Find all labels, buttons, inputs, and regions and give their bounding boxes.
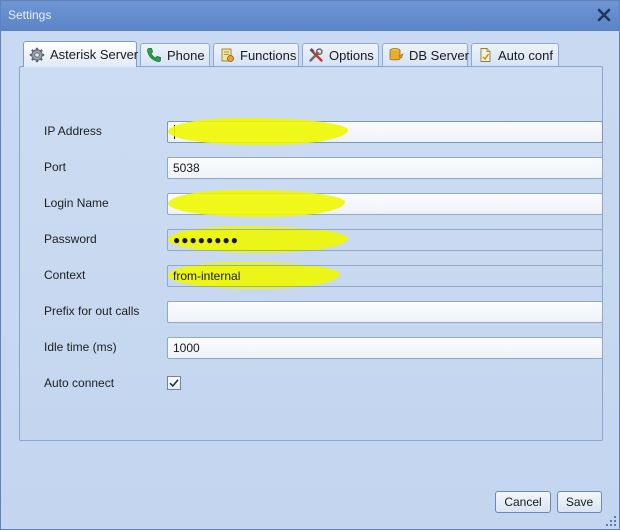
tab-strip: Asterisk Server Phone Functions Options … bbox=[23, 41, 603, 67]
title-bar[interactable]: Settings bbox=[1, 1, 619, 31]
tab-functions[interactable]: Functions bbox=[213, 43, 299, 66]
context-label: Context bbox=[44, 268, 86, 282]
save-button[interactable]: Save bbox=[557, 491, 602, 513]
functions-icon bbox=[219, 47, 235, 63]
tab-label: Options bbox=[329, 47, 374, 63]
asterisk-server-panel: IP Address Port Login Name Password Cont… bbox=[19, 66, 603, 441]
ip-address-input[interactable] bbox=[167, 121, 603, 143]
window-title: Settings bbox=[8, 8, 52, 22]
tab-phone[interactable]: Phone bbox=[140, 43, 210, 66]
tab-db-server[interactable]: DB Server bbox=[382, 43, 469, 66]
auto-connect-checkbox[interactable] bbox=[167, 376, 181, 390]
text-caret bbox=[174, 125, 175, 139]
checkmark-icon bbox=[169, 379, 179, 388]
tab-label: Auto conf bbox=[498, 47, 553, 63]
cancel-button[interactable]: Cancel bbox=[495, 491, 551, 513]
database-icon bbox=[388, 47, 404, 63]
close-button[interactable] bbox=[595, 6, 613, 24]
auto-connect-row: Auto connect bbox=[44, 373, 584, 395]
password-input[interactable] bbox=[167, 229, 603, 251]
tab-label: DB Server bbox=[409, 47, 469, 63]
idle-time-input[interactable] bbox=[167, 337, 603, 359]
login-name-row: Login Name bbox=[44, 190, 603, 217]
port-label: Port bbox=[44, 160, 67, 174]
prefix-input[interactable] bbox=[167, 301, 603, 323]
idle-time-row: Idle time (ms) bbox=[44, 337, 603, 359]
idle-time-label: Idle time (ms) bbox=[44, 340, 117, 354]
tab-label: Phone bbox=[167, 47, 205, 63]
ip-address-row: IP Address bbox=[44, 118, 603, 145]
tools-icon bbox=[308, 47, 324, 63]
tab-label: Functions bbox=[240, 47, 297, 63]
password-row: Password bbox=[44, 226, 603, 253]
tab-auto-conf[interactable]: Auto conf bbox=[471, 43, 559, 66]
prefix-label: Prefix for out calls bbox=[44, 304, 140, 318]
port-input[interactable] bbox=[167, 157, 603, 179]
ip-address-label: IP Address bbox=[44, 124, 102, 138]
prefix-row: Prefix for out calls bbox=[44, 301, 603, 323]
tab-label: Asterisk Server bbox=[50, 47, 139, 62]
tab-options[interactable]: Options bbox=[302, 43, 379, 66]
auto-connect-label: Auto connect bbox=[44, 376, 115, 390]
tab-asterisk-server[interactable]: Asterisk Server bbox=[23, 41, 139, 67]
password-label: Password bbox=[44, 232, 97, 246]
context-row: Context bbox=[44, 262, 603, 289]
phone-icon bbox=[146, 47, 162, 63]
resize-grip-icon[interactable] bbox=[605, 515, 617, 527]
settings-window: Settings Asterisk Server Phone Functions… bbox=[0, 0, 620, 530]
login-name-input[interactable] bbox=[167, 193, 603, 215]
context-input[interactable] bbox=[167, 265, 603, 287]
autoconf-icon bbox=[477, 47, 493, 63]
gear-icon bbox=[29, 47, 45, 63]
close-icon bbox=[597, 8, 611, 22]
login-name-label: Login Name bbox=[44, 196, 109, 210]
port-row: Port bbox=[44, 157, 603, 179]
